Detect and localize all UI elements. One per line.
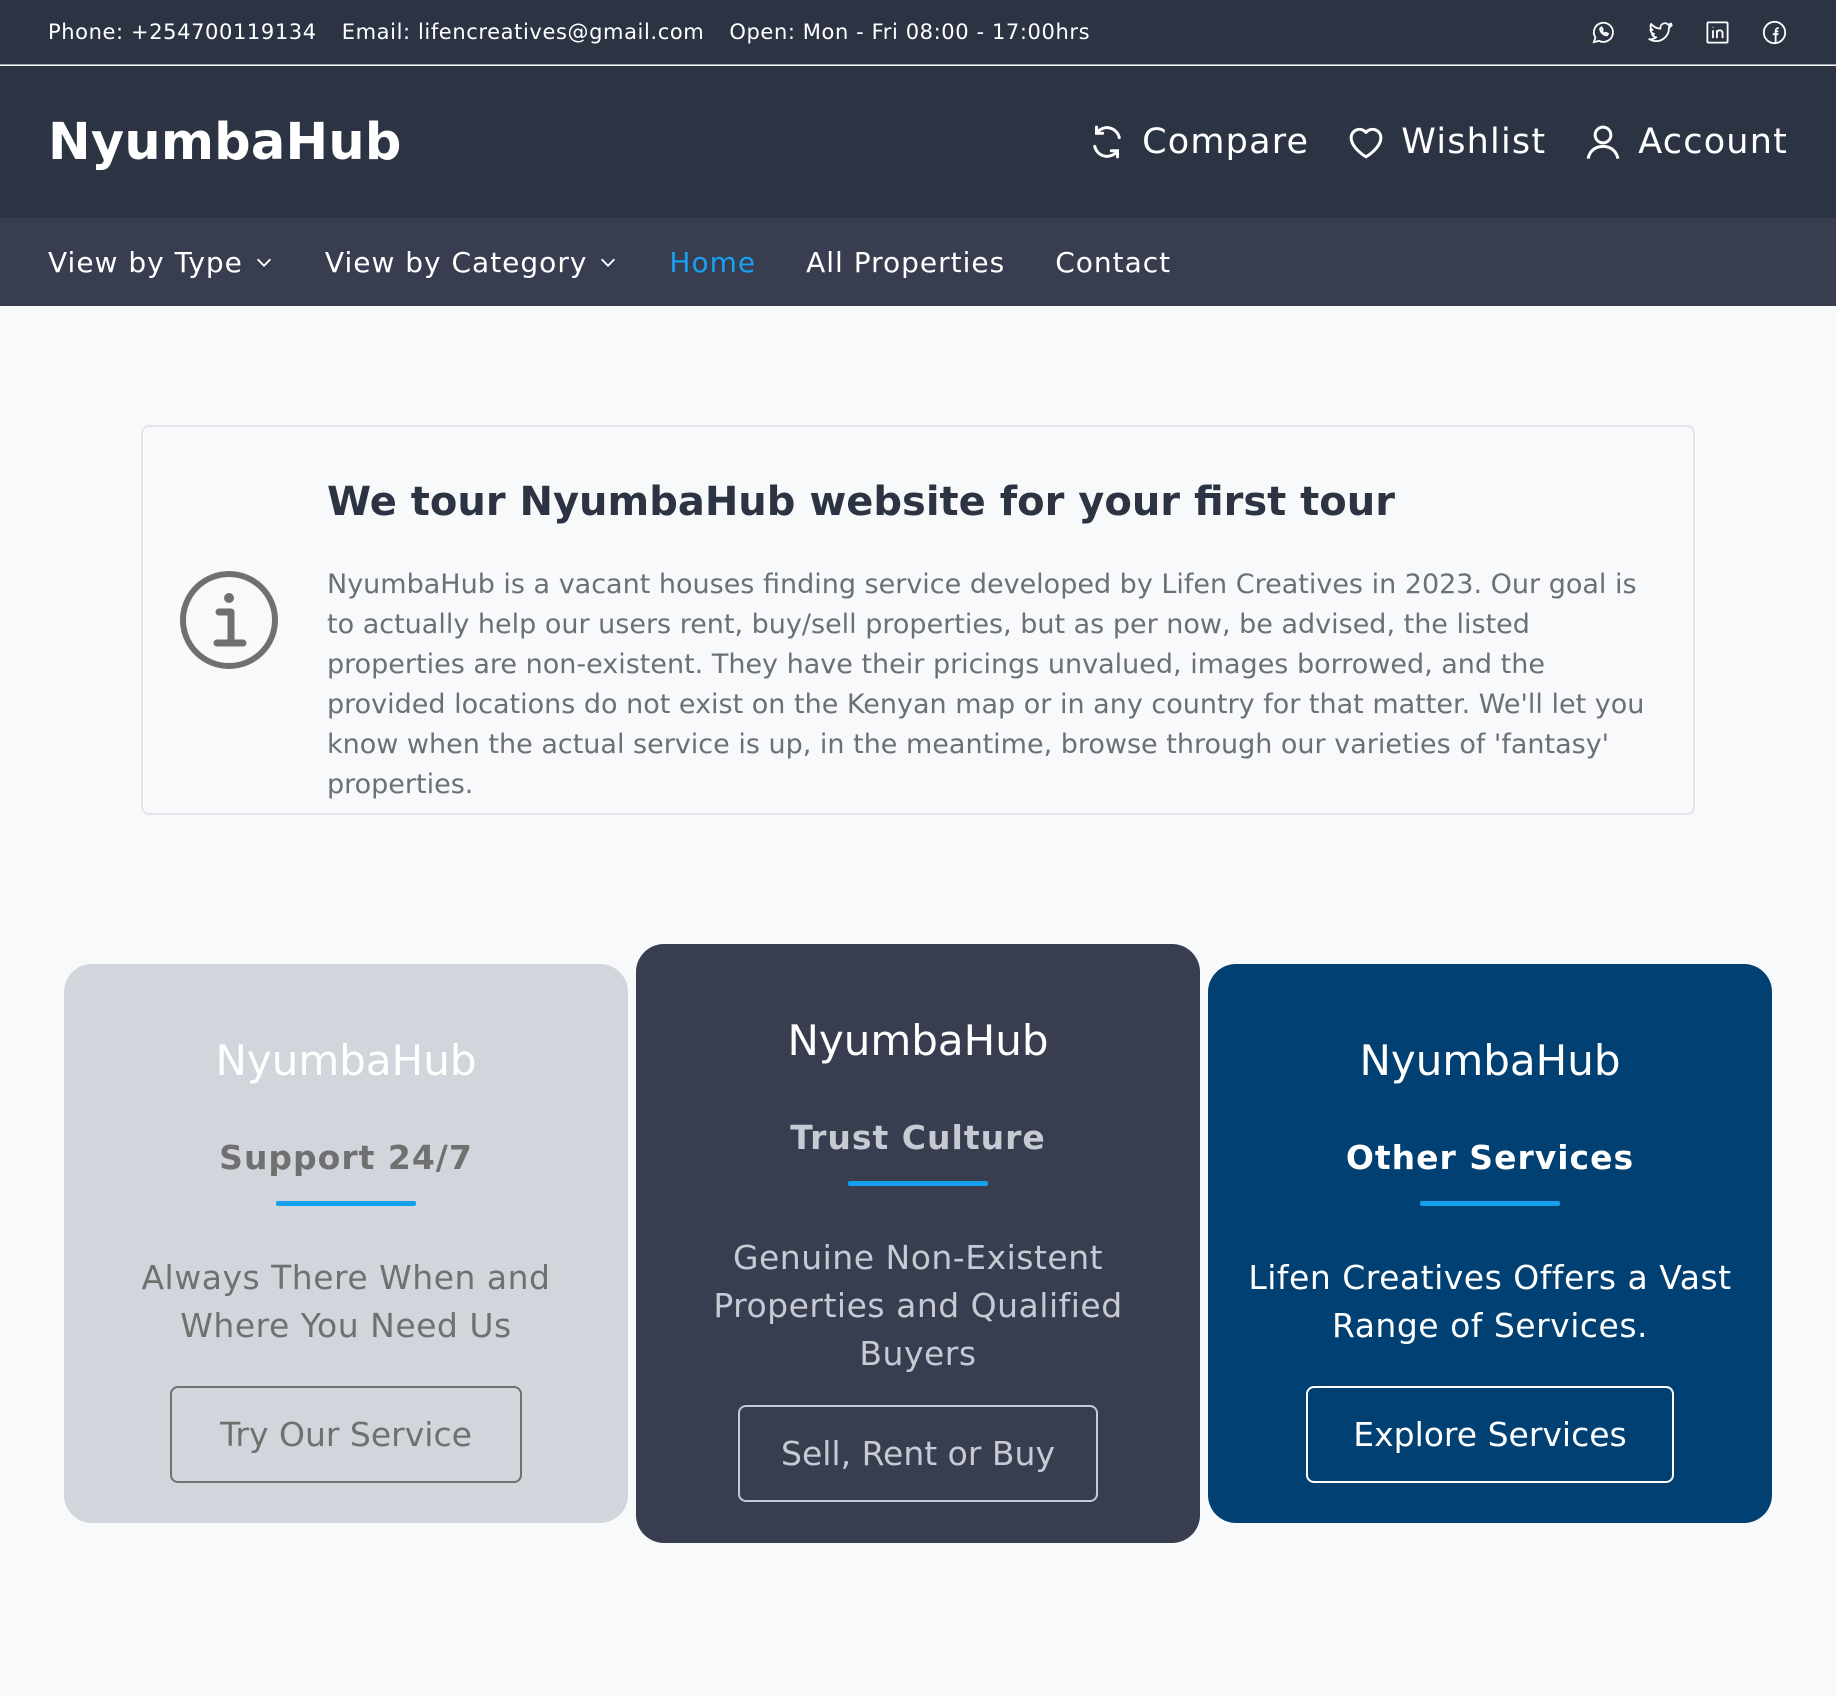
trust-culture-card: NyumbaHub Trust Culture Genuine Non-Exis…: [636, 944, 1200, 1543]
card-description: Lifen Creatives Offers a Vast Range of S…: [1248, 1258, 1732, 1345]
other-services-card: NyumbaHub Other Services Lifen Creatives…: [1208, 964, 1772, 1523]
notice-body: NyumbaHub is a vacant houses finding ser…: [327, 569, 1645, 800]
card-description: Genuine Non-Existent Properties and Qual…: [713, 1238, 1123, 1373]
explore-services-button[interactable]: Explore Services: [1306, 1386, 1674, 1483]
linkedin-icon[interactable]: [1704, 19, 1731, 46]
compare-icon: [1093, 125, 1121, 159]
compare-button[interactable]: Compare: [1086, 121, 1309, 163]
hours-text: Open: Mon - Fri 08:00 - 17:00hrs: [729, 20, 1091, 44]
contact-info: Phone: +254700119134 Email: lifencreativ…: [48, 20, 1090, 44]
account-label: Account: [1638, 122, 1788, 162]
nav-label: All Properties: [806, 245, 1006, 279]
wishlist-label: Wishlist: [1401, 122, 1547, 162]
card-divider: [1420, 1201, 1560, 1206]
nav-label: Home: [669, 245, 757, 279]
top-info-bar: Phone: +254700119134 Email: lifencreativ…: [0, 0, 1836, 65]
nav-home[interactable]: Home: [669, 246, 756, 279]
chevron-down-icon: [601, 258, 616, 267]
email-text: Email: lifencreatives@gmail.com: [341, 20, 705, 44]
chevron-down-icon: [256, 258, 271, 267]
card-description: Always There When and Where You Need Us: [141, 1258, 551, 1345]
heart-icon: [1349, 127, 1383, 159]
twitter-icon[interactable]: [1647, 19, 1674, 46]
try-our-service-button[interactable]: Try Our Service: [170, 1386, 522, 1483]
account-button[interactable]: Account: [1582, 121, 1788, 163]
card-title: Other Services: [1345, 1138, 1635, 1177]
card-title: Trust Culture: [790, 1118, 1046, 1157]
sell-rent-buy-button[interactable]: Sell, Rent or Buy: [738, 1405, 1098, 1502]
notice-title: We tour NyumbaHub website for your first…: [327, 479, 1395, 525]
phone-text: Phone: +254700119134: [48, 20, 317, 44]
header-actions: Compare Wishlist Account: [1086, 121, 1788, 163]
nav-label: View by Type: [48, 245, 243, 279]
card-divider: [276, 1201, 416, 1206]
card-brand: NyumbaHub: [1359, 1036, 1621, 1085]
nav-label: Contact: [1055, 245, 1172, 279]
notice-card: We tour NyumbaHub website for your first…: [141, 425, 1695, 815]
user-icon: [1586, 125, 1620, 159]
nav-label: View by Category: [324, 245, 588, 279]
card-brand: NyumbaHub: [787, 1016, 1049, 1065]
facebook-icon[interactable]: [1761, 19, 1788, 46]
whatsapp-icon[interactable]: [1590, 19, 1617, 46]
nav-view-by-type[interactable]: View by Type: [48, 246, 275, 279]
card-brand: NyumbaHub: [215, 1036, 477, 1085]
compare-label: Compare: [1142, 122, 1310, 162]
info-icon: [179, 570, 279, 670]
wishlist-button[interactable]: Wishlist: [1345, 121, 1546, 163]
main-header: NyumbaHub Compare Wishlist Account: [0, 66, 1836, 218]
nav-all-properties[interactable]: All Properties: [806, 246, 1005, 279]
social-links: [1590, 19, 1788, 46]
support-card: NyumbaHub Support 24/7 Always There When…: [64, 964, 628, 1523]
site-logo[interactable]: NyumbaHub: [48, 113, 402, 172]
card-title: Support 24/7: [219, 1138, 473, 1177]
nav-contact[interactable]: Contact: [1055, 246, 1171, 279]
card-divider: [848, 1181, 988, 1186]
main-nav: View by Type View by Category Home All P…: [0, 218, 1836, 306]
nav-view-by-category[interactable]: View by Category: [325, 246, 620, 279]
